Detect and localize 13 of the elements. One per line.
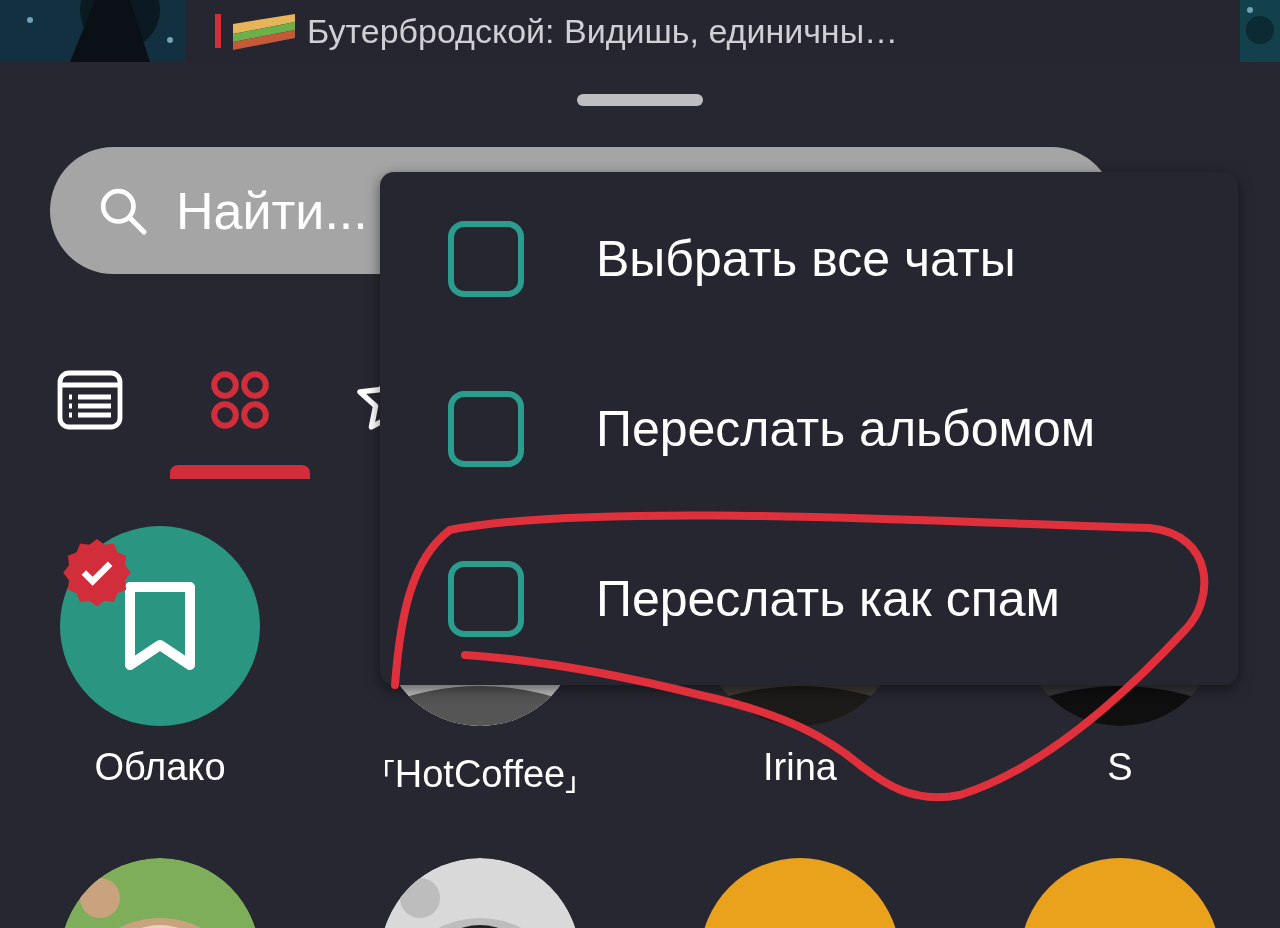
drag-handle[interactable] bbox=[577, 94, 703, 106]
chat-name: Облако bbox=[94, 746, 226, 789]
accent-bar bbox=[215, 14, 221, 48]
chat-name: S bbox=[1107, 746, 1133, 789]
message-preview: Бутербродской: Видишь, единичны… bbox=[307, 11, 899, 51]
chat-name: Irina bbox=[763, 746, 837, 789]
menu-item[interactable]: Переслать альбомом bbox=[380, 343, 1238, 514]
chat-name: ⸢HotCoffee⸥ bbox=[381, 752, 579, 797]
checkbox[interactable] bbox=[448, 220, 524, 297]
chat-preview[interactable]: Бутербродской: Видишь, единичны… bbox=[185, 0, 1240, 62]
checkbox[interactable] bbox=[448, 560, 524, 637]
menu-item[interactable]: Переслать как спам bbox=[380, 513, 1238, 684]
checkbox[interactable] bbox=[448, 390, 524, 467]
